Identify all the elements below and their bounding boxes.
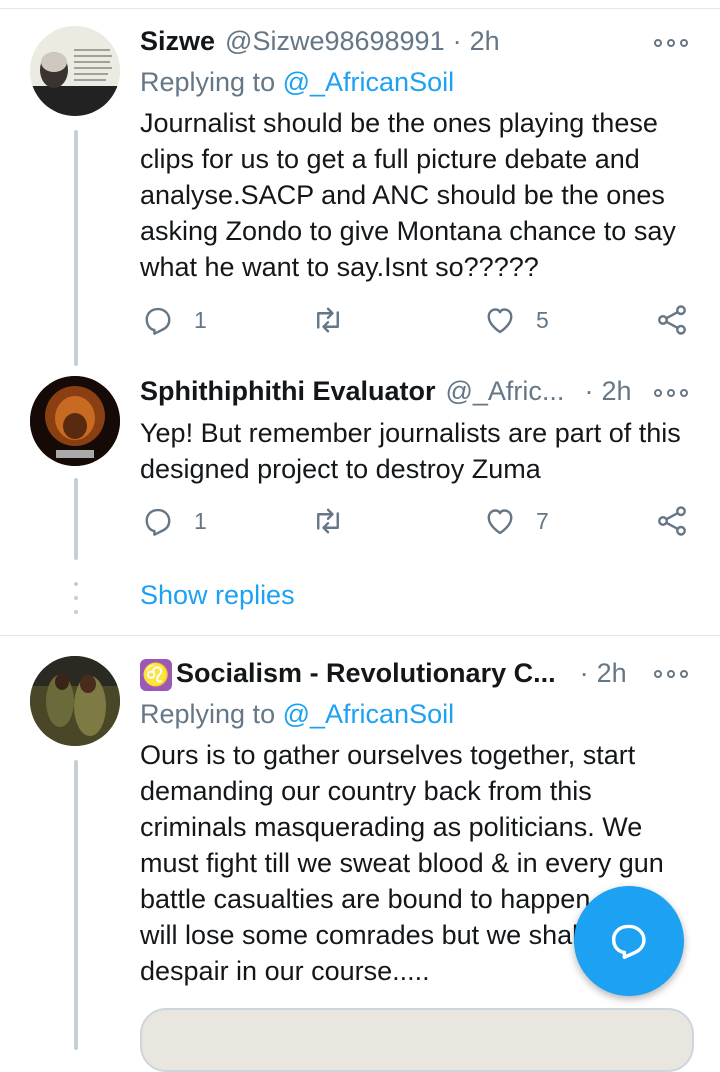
share-icon (658, 506, 686, 536)
replying-to: Replying to @_AfricanSoil (140, 67, 454, 98)
show-replies-link[interactable]: Show replies (140, 580, 295, 611)
replying-to-handle[interactable]: @_AfricanSoil (283, 67, 454, 97)
timestamp[interactable]: 2h (597, 658, 627, 689)
like-icon (487, 308, 513, 334)
retweet-icon (317, 307, 339, 333)
share-icon (658, 305, 686, 335)
more-icon[interactable] (654, 386, 688, 400)
reply-button[interactable]: 1 (140, 302, 207, 338)
like-icon (487, 509, 513, 535)
reply-icon (145, 508, 171, 536)
author-name[interactable]: Socialism - Revolutionary C... (176, 658, 556, 689)
top-divider (0, 0, 720, 9)
separator-dot: · (579, 658, 589, 688)
thread-gap-dots (74, 582, 78, 614)
share-button[interactable] (654, 302, 690, 338)
tweet-actions: 1 7 (140, 503, 700, 543)
compose-icon (611, 924, 646, 960)
separator-dot: · (584, 376, 594, 406)
retweet-button[interactable] (310, 503, 346, 539)
author-handle[interactable]: @Sizwe98698991 (225, 26, 445, 57)
replying-to: Replying to @_AfricanSoil (140, 699, 454, 730)
tweet-media-preview[interactable] (140, 1008, 694, 1072)
tweet-text: Journalist should be the ones playing th… (140, 108, 676, 282)
replying-to-label: Replying to (140, 67, 276, 97)
retweet-icon (317, 508, 339, 534)
replying-to-handle[interactable]: @_AfricanSoil (283, 699, 454, 729)
avatar-socialism[interactable] (30, 656, 120, 746)
like-count: 7 (536, 507, 549, 534)
more-icon[interactable] (654, 36, 688, 50)
like-button[interactable]: 7 (482, 503, 549, 539)
reply-count: 1 (194, 306, 207, 333)
reply-button[interactable]: 1 (140, 503, 207, 539)
tweet-text: Yep! But remember journalists are part o… (140, 418, 681, 484)
timestamp[interactable]: 2h (601, 376, 631, 407)
share-button[interactable] (654, 503, 690, 539)
like-button[interactable]: 5 (482, 302, 549, 338)
tweet-header: Sphithiphithi Evaluator @_Afric... · 2h (140, 376, 631, 407)
reply-icon (145, 307, 171, 335)
reply-count: 1 (194, 507, 207, 534)
tweet-actions: 1 5 (140, 302, 700, 342)
thread-line (74, 760, 78, 1050)
more-icon[interactable] (654, 667, 688, 681)
avatar-sphithiphithi[interactable] (30, 376, 120, 466)
leo-emoji-icon: ♌ (140, 659, 172, 691)
tweet-header: Sizwe @Sizwe98698991 · 2h (140, 26, 500, 57)
thread-divider (0, 635, 720, 636)
like-count: 5 (536, 306, 549, 333)
timestamp[interactable]: 2h (470, 26, 500, 57)
replying-to-label: Replying to (140, 699, 276, 729)
author-name[interactable]: Sphithiphithi Evaluator (140, 376, 436, 407)
author-handle[interactable]: @_Afric... (446, 376, 565, 407)
thread-line (74, 478, 78, 560)
tweet-header: ♌ Socialism - Revolutionary C... · 2h (140, 658, 627, 691)
separator-dot: · (452, 26, 462, 56)
avatar-sizwe[interactable] (30, 26, 120, 116)
compose-reply-button[interactable] (574, 886, 684, 996)
author-name[interactable]: Sizwe (140, 26, 215, 57)
thread-line (74, 130, 78, 366)
retweet-button[interactable] (310, 302, 346, 338)
